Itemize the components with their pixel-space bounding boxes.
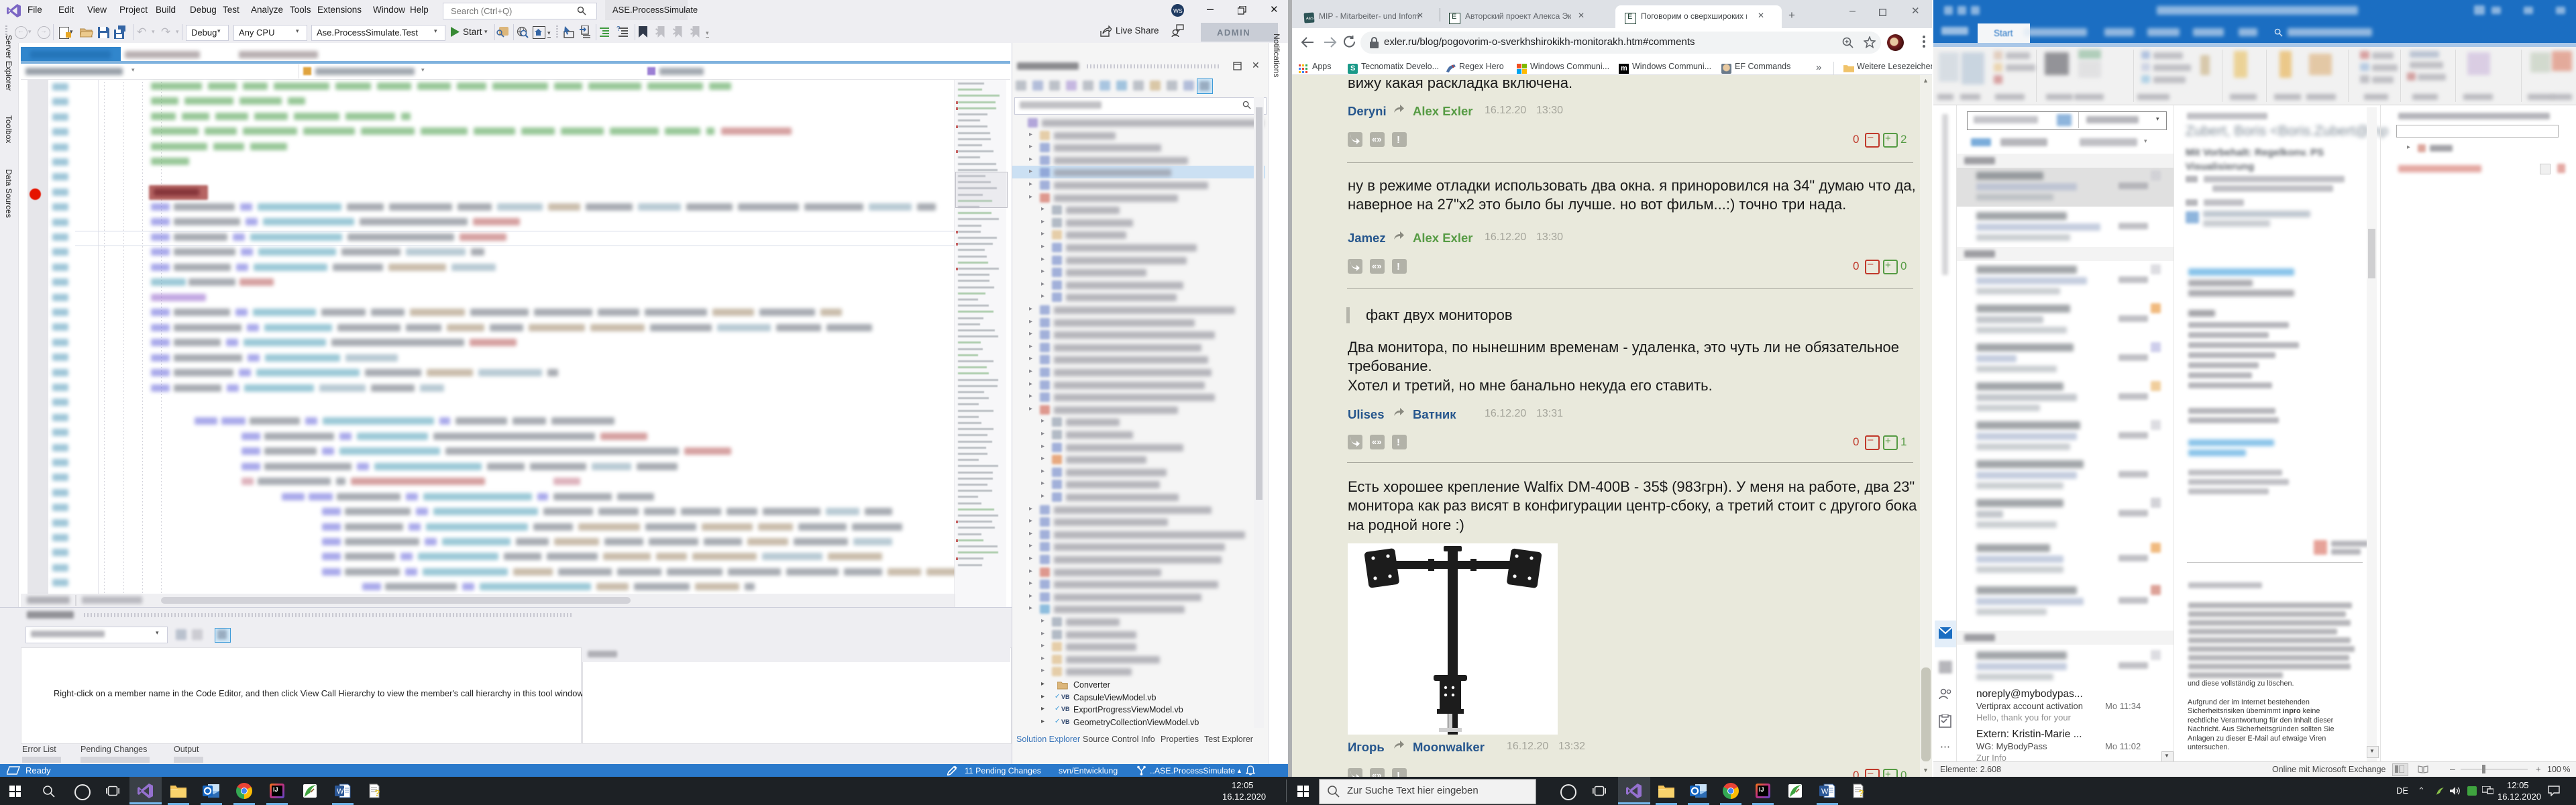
svg-text:!: ! <box>1397 770 1400 777</box>
svg-text:«»: «» <box>1372 437 1381 447</box>
svg-text:«»: «» <box>1372 770 1381 777</box>
svg-text:?: ? <box>1858 788 1864 798</box>
svg-text:W: W <box>337 788 344 796</box>
svg-text:W: W <box>1821 788 1829 796</box>
svg-text:?: ? <box>374 788 380 798</box>
svg-text:!: ! <box>1397 261 1400 272</box>
svg-text:!: ! <box>1397 437 1400 448</box>
svg-text:!: ! <box>1397 134 1400 146</box>
svg-text:«»: «» <box>1372 134 1381 144</box>
svg-text:«»: «» <box>1372 261 1381 271</box>
